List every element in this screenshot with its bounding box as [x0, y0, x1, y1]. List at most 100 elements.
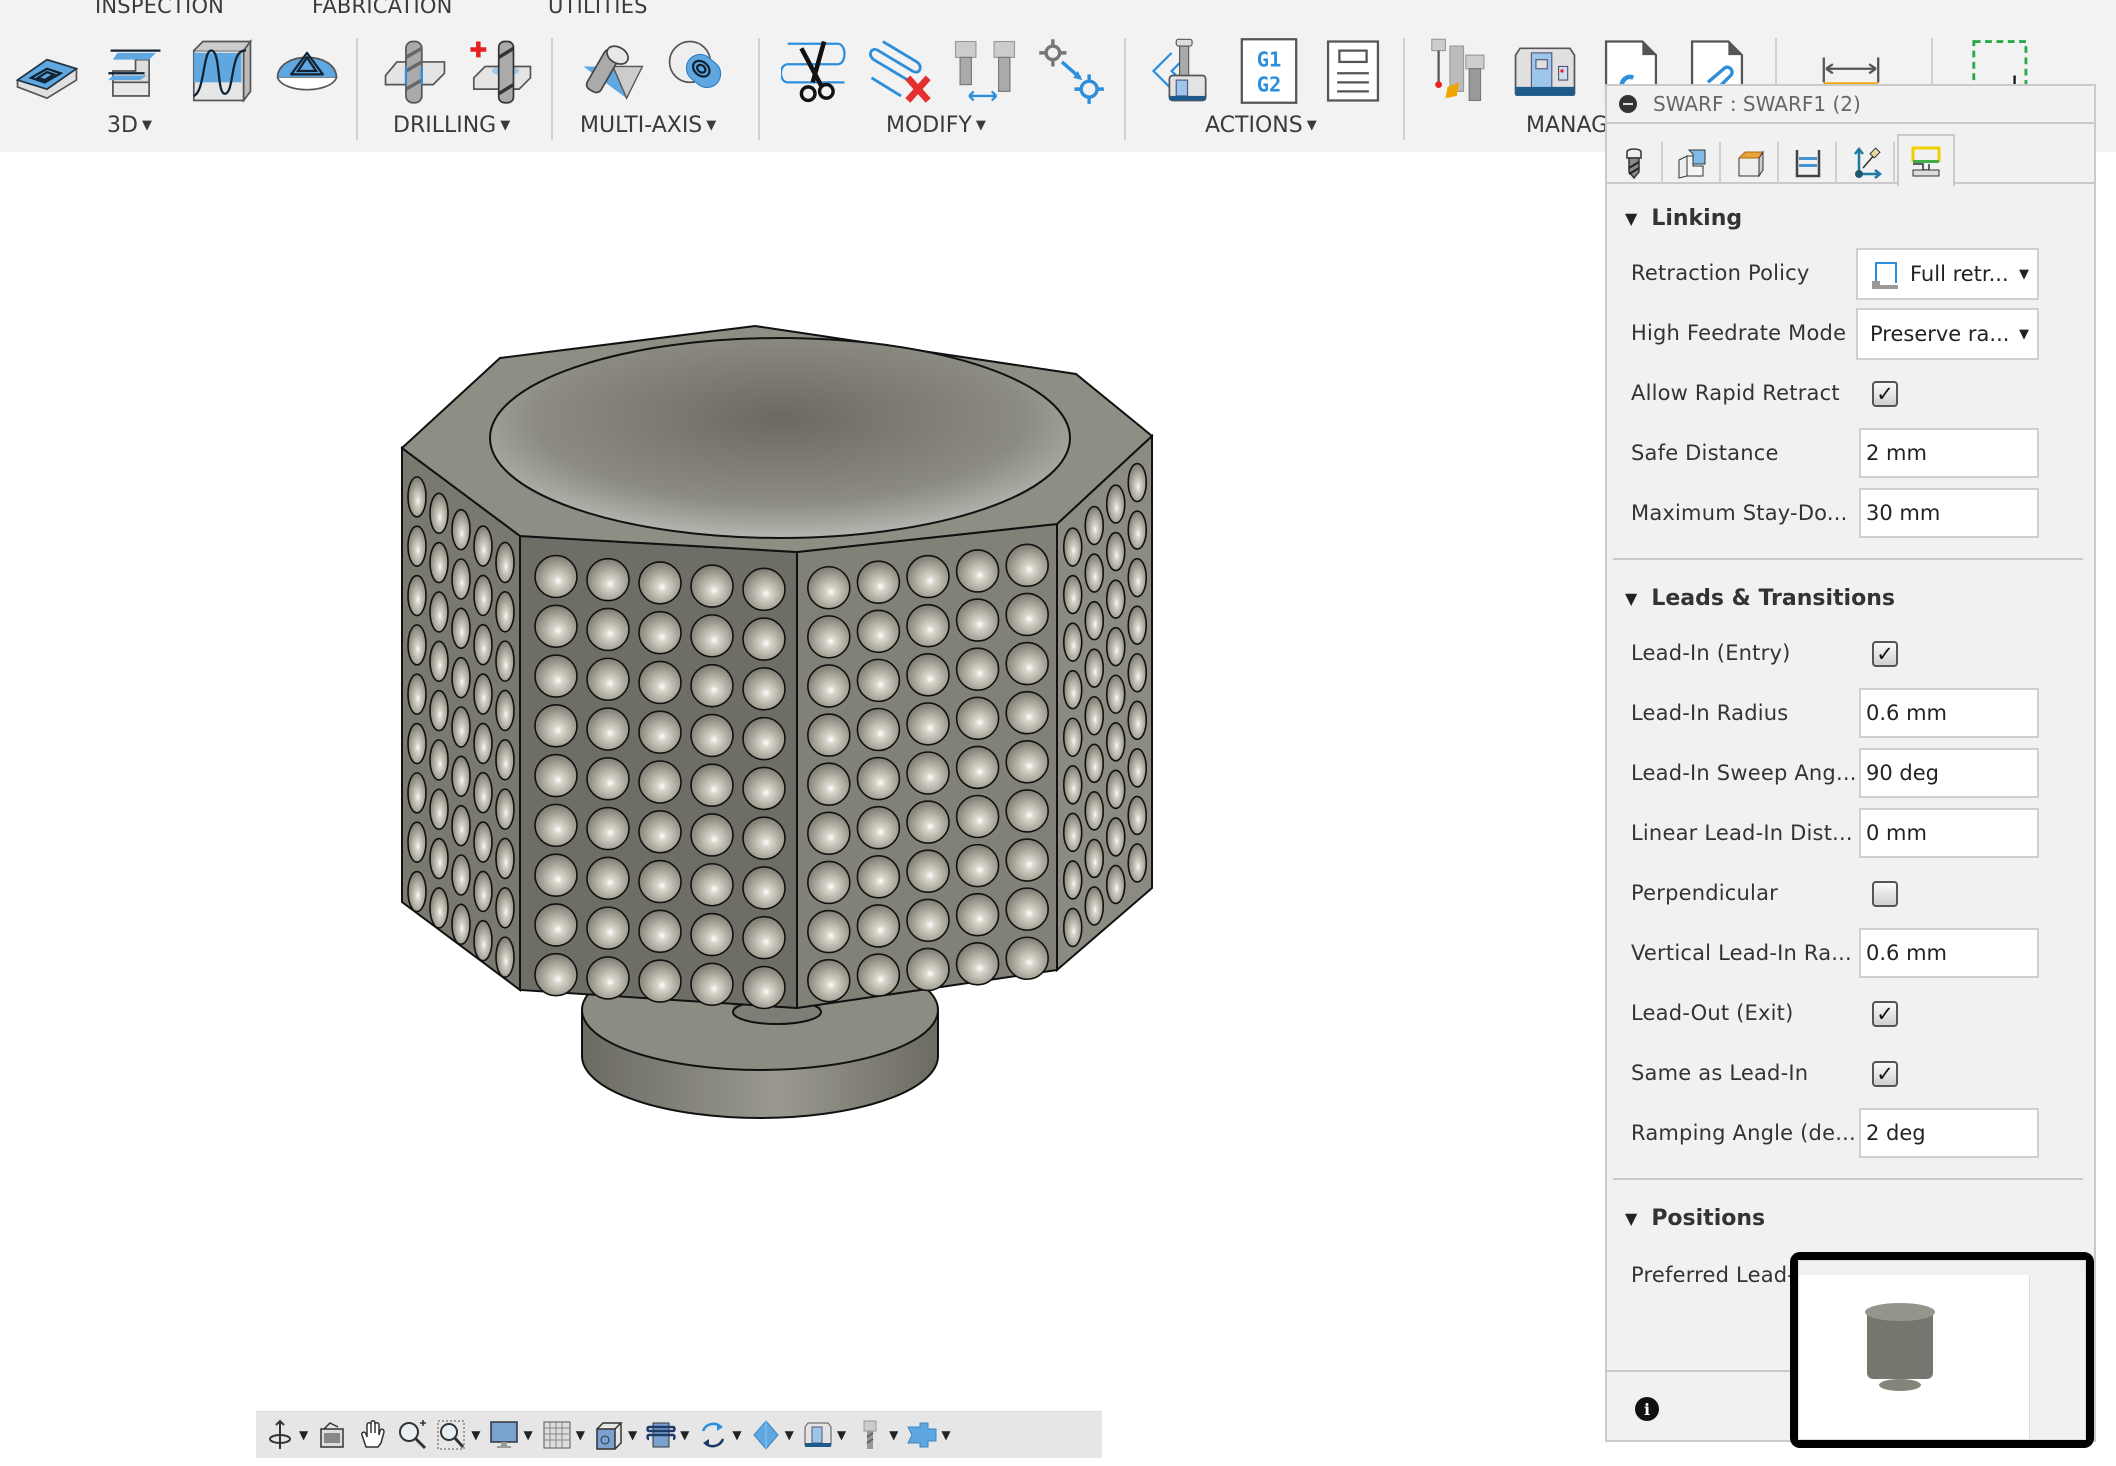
left-face-dimple: [473, 623, 493, 666]
chevron-down-icon[interactable]: ▼: [680, 1428, 689, 1442]
tab-heights[interactable]: [1723, 142, 1779, 184]
nav-workflow-button[interactable]: ▼: [906, 1415, 951, 1455]
tool-compare-icon[interactable]: [950, 36, 1020, 106]
front-right-face-dimple: [1005, 641, 1050, 686]
chevron-down-icon[interactable]: ▼: [471, 1428, 480, 1442]
simulation-refresh-icon: [702, 1422, 725, 1448]
chevron-down-icon[interactable]: ▼: [732, 1428, 741, 1442]
group-multi-axis-dropdown[interactable]: MULTI-AXIS ▼: [580, 113, 716, 138]
tab-tool[interactable]: [1607, 142, 1663, 184]
simulate-icon[interactable]: [1148, 36, 1218, 106]
same-as-lead-in-checkbox[interactable]: ✓: [1872, 1061, 1898, 1087]
front-left-face-dimple: [638, 809, 682, 854]
front-left-face-dimple: [586, 806, 630, 851]
front-left-face-dimple: [586, 657, 630, 702]
nav-viewports-button[interactable]: ▼: [593, 1415, 637, 1455]
right-face-dimple: [1127, 605, 1148, 645]
machine-library-icon[interactable]: [1510, 36, 1580, 106]
tab-multi-axis[interactable]: [1839, 142, 1895, 184]
nav-tool-display-button[interactable]: ▼: [854, 1415, 898, 1455]
tab-utilities[interactable]: UTILITIES: [548, 0, 648, 18]
chevron-down-icon[interactable]: ▼: [785, 1428, 794, 1442]
high-feedrate-mode-select[interactable]: Preserve ra... ▼: [1856, 308, 2039, 360]
left-face-dimple: [407, 722, 427, 765]
chevron-down-icon[interactable]: ▼: [299, 1428, 308, 1442]
chevron-down-icon[interactable]: ▼: [837, 1428, 846, 1442]
group-actions-dropdown[interactable]: ACTIONS ▼: [1205, 113, 1317, 138]
setup-sheet-icon[interactable]: [1318, 36, 1388, 106]
section-leads-header[interactable]: ▼ Leads & Transitions: [1625, 586, 1895, 611]
ramping-angle-input[interactable]: 2 deg: [1859, 1108, 2039, 1158]
vertical-lead-in-input[interactable]: 0.6 mm: [1859, 928, 2039, 978]
screenshot-thumbnail[interactable]: [1790, 1252, 2094, 1448]
right-face-dimple: [1105, 722, 1126, 762]
section-positions-header[interactable]: ▼ Positions: [1625, 1206, 1765, 1231]
lead-in-checkbox[interactable]: ✓: [1872, 641, 1898, 667]
front-left-face-dimple: [586, 956, 630, 1000]
lead-in-sweep-input[interactable]: 90 deg: [1859, 748, 2039, 798]
info-icon[interactable]: i: [1635, 1397, 1659, 1421]
linear-lead-in-input[interactable]: 0 mm: [1859, 808, 2039, 858]
chevron-down-icon[interactable]: ▼: [523, 1428, 532, 1442]
front-right-face-dimple: [1005, 690, 1050, 735]
morph-icon[interactable]: [272, 36, 342, 106]
nav-zoom-window-button[interactable]: ▼: [436, 1415, 480, 1455]
group-drilling-dropdown[interactable]: DRILLING ▼: [393, 113, 510, 138]
multi-axis-contour-icon[interactable]: [664, 36, 734, 106]
front-right-face-dimple: [806, 958, 851, 1003]
left-face-dimple: [429, 640, 449, 683]
lead-out-checkbox[interactable]: ✓: [1872, 1001, 1898, 1027]
tab-geometry[interactable]: [1665, 142, 1721, 184]
delete-toolpath-icon[interactable]: [866, 36, 936, 106]
nav-look-at-button[interactable]: [316, 1415, 348, 1455]
collapse-icon[interactable]: [1619, 95, 1637, 113]
hole-recognition-icon[interactable]: [466, 36, 536, 106]
3d-model[interactable]: [390, 318, 1160, 1128]
look-at-icon: [320, 1422, 344, 1448]
post-process-icon[interactable]: G1 G2: [1234, 36, 1304, 106]
safe-distance-input[interactable]: 2 mm: [1859, 428, 2039, 478]
nav-simulation-refresh-button[interactable]: ▼: [697, 1415, 742, 1455]
tool-library-icon[interactable]: [1424, 36, 1494, 106]
retraction-policy-select[interactable]: Full retr... ▼: [1856, 248, 2039, 300]
trim-icon[interactable]: [780, 36, 850, 106]
section-linking-header[interactable]: ▼ Linking: [1625, 206, 1742, 231]
perpendicular-checkbox[interactable]: [1872, 881, 1898, 907]
max-stay-down-input[interactable]: 30 mm: [1859, 488, 2039, 538]
group-manage-label[interactable]: MANAG: [1526, 113, 1608, 138]
front-right-face-dimple: [806, 615, 851, 659]
nav-pan-button[interactable]: [356, 1415, 388, 1455]
tab-linking[interactable]: [1897, 134, 1955, 186]
group-3d-dropdown[interactable]: 3D ▼: [107, 113, 152, 138]
swarf-properties-panel: SWARF : SWARF1 (2) ▼ Linking Retraction …: [1605, 84, 2096, 1442]
nav-orbit-button[interactable]: ▼: [264, 1415, 308, 1455]
left-face-dimple: [473, 525, 493, 567]
group-modify-dropdown[interactable]: MODIFY ▼: [886, 113, 986, 138]
nav-machine-display-button[interactable]: ▼: [802, 1415, 846, 1455]
tab-passes[interactable]: [1781, 142, 1837, 184]
nav-grid-button[interactable]: ▼: [541, 1415, 585, 1455]
contour-icon[interactable]: [96, 36, 166, 106]
tab-inspection[interactable]: INSPECTION: [95, 0, 224, 18]
svg-text:G1: G1: [1257, 47, 1282, 71]
chevron-down-icon[interactable]: ▼: [576, 1428, 585, 1442]
nav-stock-display-button[interactable]: ▼: [750, 1415, 794, 1455]
allow-rapid-retract-checkbox[interactable]: ✓: [1872, 381, 1898, 407]
nav-toolpath-display-button[interactable]: ▼: [645, 1415, 689, 1455]
lead-in-radius-input[interactable]: 0.6 mm: [1859, 688, 2039, 738]
nav-display-settings-button[interactable]: ▼: [488, 1415, 533, 1455]
chevron-down-icon[interactable]: ▼: [889, 1428, 898, 1442]
tab-fabrication[interactable]: FABRICATION: [312, 0, 453, 18]
panel-header[interactable]: SWARF : SWARF1 (2): [1607, 86, 2094, 124]
adaptive-clearing-icon[interactable]: [12, 36, 82, 106]
move-point-icon[interactable]: [1036, 36, 1106, 106]
front-right-face-dimple: [806, 713, 851, 757]
scallop-icon[interactable]: [186, 36, 256, 106]
right-face-dimple: [1062, 574, 1083, 615]
front-left-face-dimple: [534, 554, 578, 599]
chevron-down-icon[interactable]: ▼: [941, 1428, 950, 1442]
drill-icon[interactable]: [380, 36, 450, 106]
nav-zoom-button[interactable]: [396, 1415, 428, 1455]
swarf-icon[interactable]: [578, 36, 648, 106]
chevron-down-icon[interactable]: ▼: [628, 1428, 637, 1442]
